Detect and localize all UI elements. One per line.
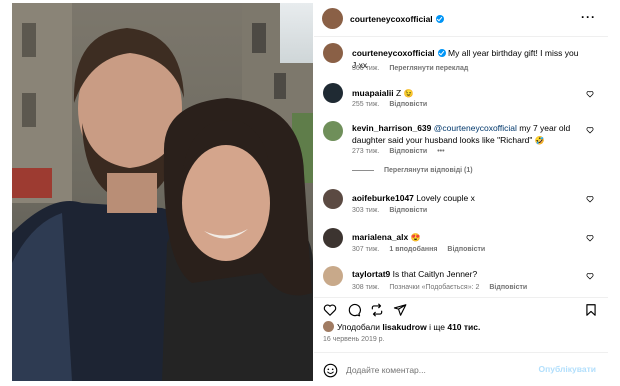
comment-body: Is that Caitlyn Jenner? (392, 269, 478, 279)
comment-meta: 255 тиж. Відповісти (352, 101, 437, 108)
comment-time[interactable]: 255 тиж. (352, 101, 379, 108)
reply-button[interactable]: Відповісти (389, 207, 427, 214)
verified-badge-icon (435, 15, 444, 23)
heart-icon[interactable] (586, 90, 594, 98)
comment-username[interactable]: taylortat9 (352, 269, 390, 279)
photo-image (12, 3, 313, 381)
author-avatar[interactable] (323, 43, 343, 63)
commenter-avatar[interactable] (323, 121, 343, 141)
comment-text: aoifeburke1047 Lovely couple x (352, 192, 584, 204)
add-comment-bar: Опублікувати (314, 352, 608, 386)
commenter-avatar[interactable] (323, 189, 343, 209)
comment-meta: 308 тиж. Позначки «Подобається»: 2 Відпові… (352, 284, 537, 291)
comment-meta: 273 тиж. Відповісти ••• (352, 148, 455, 155)
post-actions (314, 297, 608, 319)
reply-button[interactable]: Відповісти (447, 246, 485, 253)
reply-button[interactable]: Відповісти (389, 148, 427, 155)
emoji-picker-icon[interactable] (323, 363, 338, 378)
author-avatar[interactable] (322, 8, 343, 29)
comment-likes[interactable]: Позначки «Подобається»: 2 (389, 284, 479, 291)
comments-list: courteneycoxofficial My all year birthda… (314, 37, 608, 297)
send-icon[interactable] (393, 303, 407, 317)
commenter-avatar[interactable] (323, 83, 343, 103)
view-replies-label: Переглянути відповіді (1) (384, 167, 473, 174)
liker-username[interactable]: lisakudrow (382, 322, 426, 332)
caption-time[interactable]: 366 тиж. (352, 65, 379, 72)
comment-mention[interactable]: @courteneycoxofficial (434, 123, 517, 133)
likes-count[interactable]: 410 тис. (447, 322, 480, 332)
likes-middle: і ще (426, 322, 448, 332)
likes-prefix: Уподобали (337, 322, 383, 332)
comment-input[interactable] (346, 363, 536, 377)
comment-text: muapaialii Z 😉 (352, 87, 584, 100)
comment-time[interactable]: 307 тиж. (352, 246, 379, 253)
post-side-panel: courteneycoxofficial ··· courteneycoxoff… (314, 0, 608, 386)
heart-icon[interactable] (586, 126, 594, 134)
wink-emoji-icon: 😉 (403, 89, 414, 98)
comment-time[interactable]: 308 тиж. (352, 284, 379, 291)
reply-button[interactable]: Відповісти (389, 101, 427, 108)
commenter-avatar[interactable] (323, 266, 343, 286)
comment-likes[interactable]: 1 вподобання (389, 246, 437, 253)
comment-meta: 307 тиж. 1 вподобання Відповісти (352, 246, 495, 253)
replies-divider (352, 169, 374, 171)
publish-button[interactable]: Опублікувати (539, 364, 596, 374)
comment-username[interactable]: muapaialii (352, 88, 394, 98)
comment-icon[interactable] (347, 303, 361, 317)
heart-eyes-emoji-icon: 😍 (410, 233, 421, 242)
comment-username[interactable]: aoifeburke1047 (352, 193, 414, 203)
comment-time[interactable]: 273 тиж. (352, 148, 379, 155)
heart-icon[interactable] (586, 195, 594, 203)
author-username[interactable]: courteneycoxofficial (350, 14, 444, 24)
liker-avatar (323, 321, 334, 332)
view-replies-button[interactable]: Переглянути відповіді (1) (352, 167, 473, 174)
comment-body: Z (395, 88, 402, 98)
post-header: courteneycoxofficial ··· (314, 0, 608, 37)
more-options-icon[interactable]: ··· (581, 10, 596, 24)
reply-button[interactable]: Відповісти (489, 284, 527, 291)
laugh-emoji-icon: 🤣 (534, 136, 545, 145)
caption-username[interactable]: courteneycoxofficial (352, 48, 435, 58)
comment-username[interactable]: kevin_harrison_639 (352, 123, 431, 133)
commenter-avatar[interactable] (323, 228, 343, 248)
translate-link[interactable]: Переглянути переклад (389, 65, 468, 72)
comment-options-icon[interactable]: ••• (437, 148, 444, 155)
comment-meta: 303 тиж. Відповісти (352, 207, 437, 214)
post-date: 16 червень 2019 р. (323, 336, 385, 343)
bookmark-icon[interactable] (584, 303, 598, 317)
likes-summary[interactable]: Уподобали lisakudrow і ще 410 тис. (323, 321, 480, 332)
comment-time[interactable]: 303 тиж. (352, 207, 379, 214)
comment-username[interactable]: marialena_alx (352, 232, 408, 242)
heart-icon[interactable] (586, 272, 594, 280)
verified-badge-icon (437, 49, 446, 57)
comment-text: kevin_harrison_639 @courteneycoxofficial… (352, 122, 584, 147)
repost-icon[interactable] (370, 303, 384, 317)
heart-icon[interactable] (586, 234, 594, 242)
heart-icon[interactable] (323, 303, 337, 317)
caption-meta: 366 тиж. Переглянути переклад (352, 65, 478, 72)
comment-body: Lovely couple x (416, 193, 475, 203)
comment-text: taylortat9 Is that Caitlyn Jenner? (352, 268, 584, 280)
post-photo[interactable] (12, 3, 313, 381)
comment-text: marialena_alx 😍 (352, 231, 584, 244)
